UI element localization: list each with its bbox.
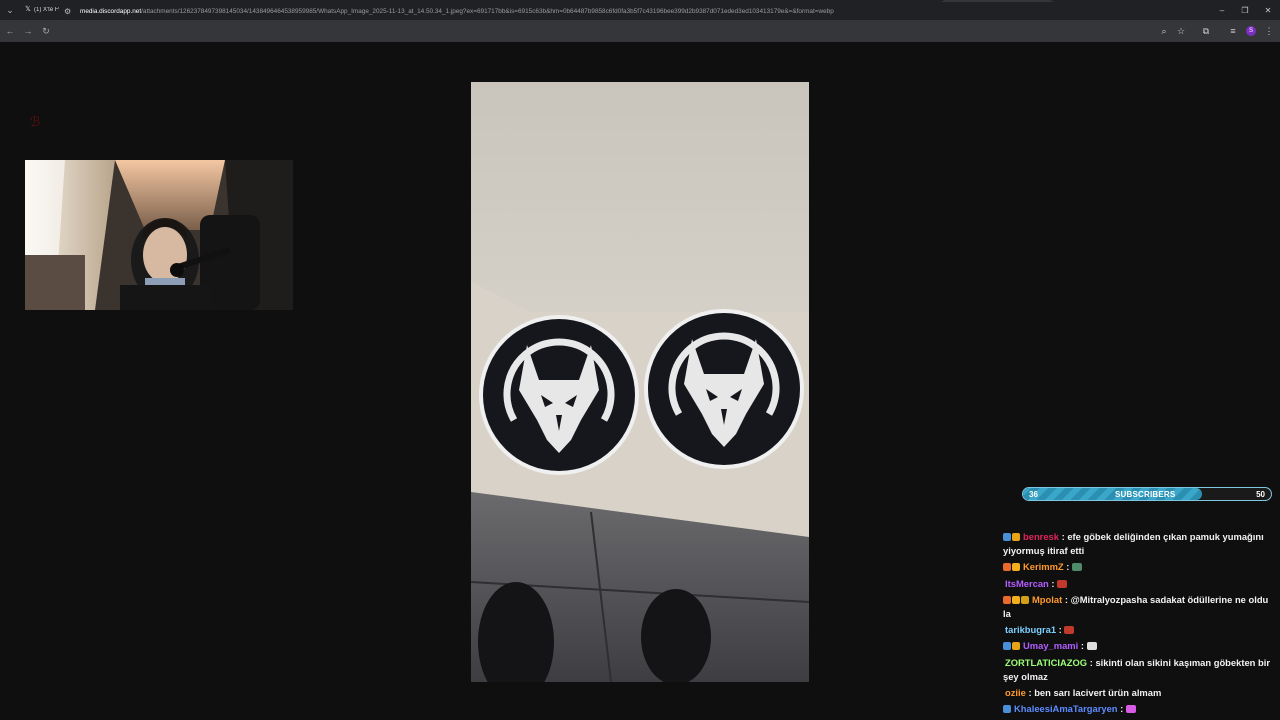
restore-button[interactable]: ❐ — [1233, 0, 1257, 20]
chat-separator: : — [1048, 577, 1058, 589]
wolf-patches-photo — [471, 82, 809, 682]
chat-username[interactable]: oziie — [1005, 687, 1026, 698]
attachment-image[interactable] — [471, 82, 809, 682]
chat-badge-icon — [1021, 595, 1029, 604]
chat-message: tarikbugra1 : — [1003, 623, 1277, 637]
chat-message: ItsMercan : — [1003, 577, 1277, 591]
chat-message: Umay_mami : — [1003, 639, 1277, 653]
tab-search-button[interactable]: ⌄ — [0, 0, 20, 20]
chevron-down-icon: ⌄ — [6, 4, 14, 15]
subscriber-label: SUBSCRIBERS — [1115, 490, 1176, 499]
chat-emote-icon — [1064, 626, 1075, 635]
chat-separator: : — [1056, 624, 1065, 636]
chat-message: oziie : ben sarı lacivert ürün almam — [1003, 686, 1277, 700]
chat-badge-icon — [1003, 533, 1011, 541]
reload-button[interactable]: ↻ — [37, 22, 55, 40]
close-window-button[interactable]: ✕ — [1256, 0, 1280, 20]
chat-separator: : — [1063, 561, 1072, 573]
chat-emote-icon — [1071, 563, 1082, 572]
chat-message: benresk : efe göbek deliğinden çıkan pam… — [1003, 530, 1277, 558]
chat-overlay: benresk : efe göbek deliğinden çıkan pam… — [1003, 530, 1277, 720]
chat-message: KhaleesiAmaTargaryen : — [1003, 702, 1277, 716]
channel-logo-icon: ℬ — [30, 115, 41, 130]
menu-kebab-icon[interactable]: ⋮ — [1260, 22, 1278, 40]
chat-badge-icon — [1012, 563, 1020, 572]
chat-badge-icon — [1003, 595, 1011, 604]
chat-badge-icon — [1012, 595, 1020, 604]
webcam-feed-image — [25, 160, 293, 310]
address-bar[interactable]: ⚙ media.discordapp.net/attachments/12623… — [58, 2, 1198, 20]
profile-avatar[interactable]: S — [1246, 26, 1256, 36]
chat-message: KerimmZ : — [1003, 560, 1277, 574]
chat-username[interactable]: benresk — [1023, 531, 1059, 542]
browser-toolbar: ← → ↻ — [0, 20, 1280, 42]
zoom-icon[interactable]: ⌕ — [1155, 22, 1173, 40]
chat-badge-icon — [1003, 705, 1011, 714]
subscriber-goal: 50 — [1256, 490, 1265, 499]
site-info-icon[interactable]: ⚙ — [64, 7, 76, 16]
chat-badge-icon — [1003, 563, 1011, 572]
chat-separator: : — [1117, 703, 1126, 715]
wolf-patch-left — [479, 315, 639, 475]
chat-emote-icon — [1057, 579, 1068, 588]
webcam-overlay — [25, 160, 293, 310]
chat-separator: : — [1025, 687, 1035, 699]
chat-message: Mpolat : @Mitralyozpasha sadakat ödüller… — [1003, 593, 1277, 621]
chat-username[interactable]: tarikbugra1 — [1005, 624, 1056, 635]
back-button[interactable]: ← — [1, 22, 19, 40]
chat-username[interactable]: KerimmZ — [1023, 561, 1064, 572]
chat-emote-icon — [1125, 705, 1136, 714]
chat-text: ben sarı lacivert ürün almam — [1034, 687, 1162, 699]
subscriber-count: 36 — [1029, 490, 1038, 499]
chat-badge-icon — [1012, 642, 1020, 651]
chat-emote-icon — [1086, 642, 1097, 651]
chat-username[interactable]: ItsMercan — [1005, 578, 1049, 589]
chat-badge-icon — [1012, 533, 1020, 541]
url-text[interactable]: media.discordapp.net/attachments/1262378… — [80, 8, 1170, 15]
wolf-patch-right — [644, 309, 804, 469]
chat-separator: : — [1062, 593, 1071, 605]
chat-username[interactable]: KhaleesiAmaTargaryen — [1014, 703, 1118, 714]
minimize-button[interactable]: – — [1210, 0, 1234, 20]
chat-username[interactable]: Mpolat — [1032, 594, 1062, 605]
chat-username[interactable]: ZORTLATICIAZOG — [1005, 657, 1087, 668]
extensions-icon[interactable]: ⧉ — [1197, 22, 1215, 40]
subscriber-goal-bar: 36 SUBSCRIBERS 50 — [1022, 487, 1272, 501]
chat-username[interactable]: Umay_mami — [1023, 640, 1078, 651]
x-logo-icon: 𝕏 — [25, 6, 31, 13]
chat-message: ZORTLATICIAZOG : sikinti olan sikini kaş… — [1003, 656, 1277, 684]
media-control-icon[interactable]: ≡ — [1224, 22, 1242, 40]
bookmark-star-icon[interactable]: ☆ — [1172, 22, 1190, 40]
chat-badge-icon — [1003, 642, 1011, 651]
forward-button[interactable]: → — [19, 22, 37, 40]
chat-separator: : — [1078, 640, 1087, 652]
